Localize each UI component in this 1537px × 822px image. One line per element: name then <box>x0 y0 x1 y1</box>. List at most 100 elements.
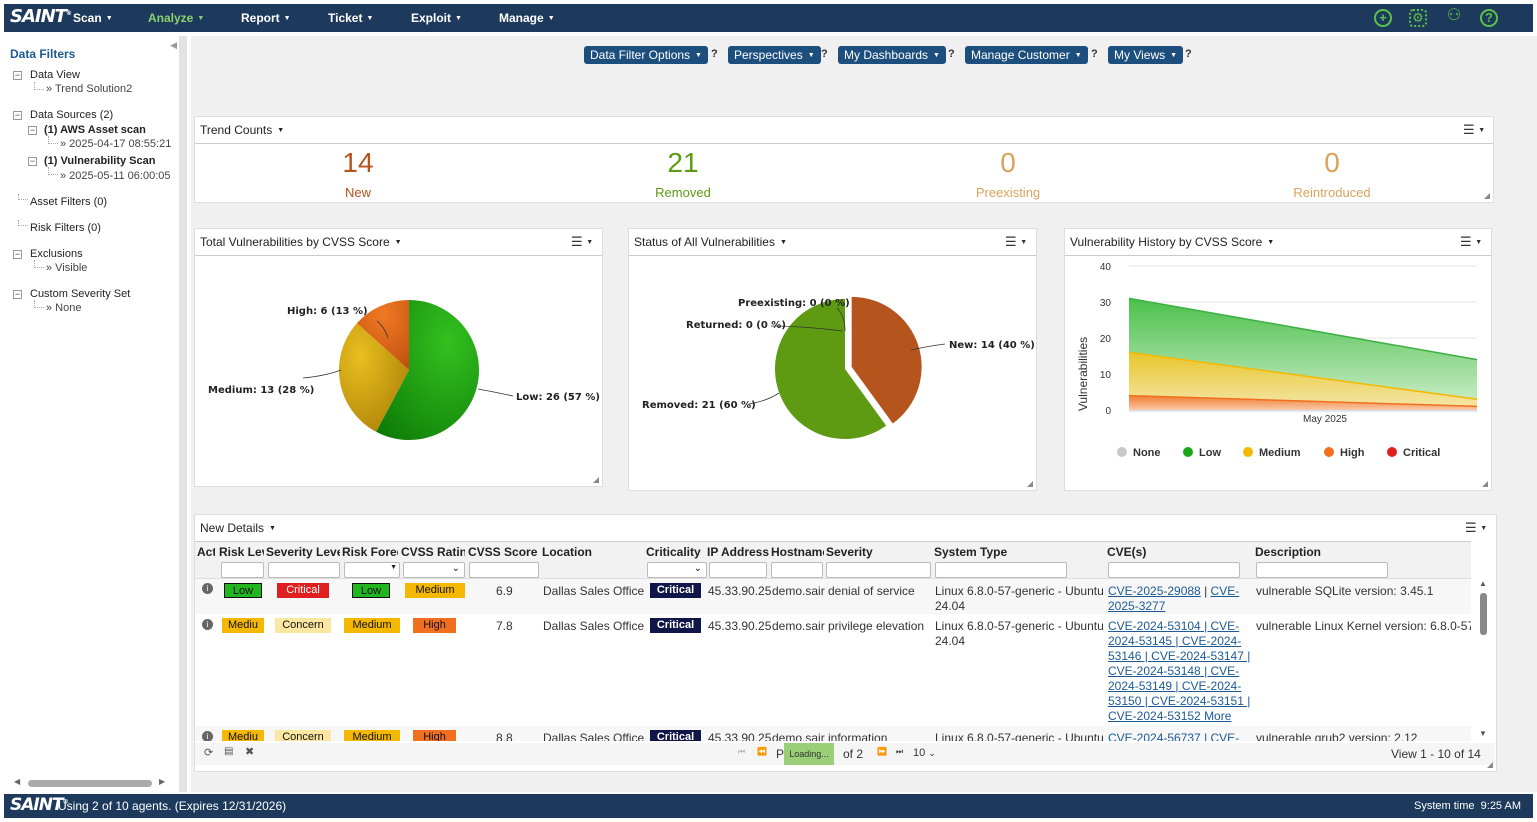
collapse-toggle-icon[interactable]: − <box>13 290 22 299</box>
asset-filters-label[interactable]: Asset Filters (0) <box>30 196 107 208</box>
resize-handle[interactable] <box>1027 481 1033 487</box>
resize-handle[interactable] <box>1487 762 1493 768</box>
ip-address-filter[interactable] <box>709 562 767 578</box>
refresh-icon[interactable]: ⟳ <box>204 746 213 759</box>
col-header-cvss-score[interactable]: CVSS Score ▲ <box>468 545 538 559</box>
panel-menu-icon[interactable]: ☰ ▼ <box>1005 234 1027 250</box>
my-dashboards-button[interactable]: My Dashboards ▼ <box>838 46 946 64</box>
cve-link-line[interactable]: CVE-2024-53152 More <box>1108 709 1250 724</box>
custom-severity-label[interactable]: Custom Severity Set <box>30 288 130 300</box>
cve-link-line[interactable]: CVE-2024-53148 | CVE- <box>1108 664 1250 679</box>
cve-link-line[interactable]: 2024-53149 | CVE-2024- <box>1108 679 1250 694</box>
legend-critical[interactable]: Critical <box>1403 447 1440 459</box>
col-header-cves[interactable]: CVE(s) <box>1107 545 1237 559</box>
severity-filter[interactable] <box>826 562 931 578</box>
vertical-scrollbar[interactable]: ▲ ▼ <box>1479 579 1489 741</box>
help-icon[interactable]: ? <box>821 48 828 60</box>
data-source-aws-date[interactable]: » 2025-04-17 08:55:21 <box>60 138 171 150</box>
col-header-criticality[interactable]: Criticality <box>646 545 704 559</box>
panel-menu-icon[interactable]: ☰ ▼ <box>1465 520 1487 536</box>
legend-medium-dot[interactable] <box>1243 447 1253 457</box>
collapse-toggle-icon[interactable]: − <box>13 71 22 80</box>
col-header-ip-address[interactable]: IP Address <box>707 545 769 559</box>
col-header-risk-forecast[interactable]: Risk Forec <box>342 545 398 559</box>
scroll-up-icon[interactable]: ▲ <box>1479 579 1487 588</box>
nav-report[interactable]: Report ▼ <box>241 11 291 25</box>
col-header-system-type[interactable]: System Type <box>934 545 1094 559</box>
col-header-severity[interactable]: Severity <box>826 545 926 559</box>
severity-level-filter[interactable] <box>268 562 340 578</box>
next-page-icon[interactable]: ⏩ <box>877 747 887 756</box>
collapse-toggle-icon[interactable]: − <box>13 250 22 259</box>
description-filter[interactable] <box>1256 562 1388 578</box>
legend-high[interactable]: High <box>1340 447 1365 459</box>
clear-filter-icon[interactable]: ✖ <box>245 745 254 758</box>
cve-link-line[interactable]: 53146 | CVE-2024-53147 | <box>1108 649 1250 664</box>
col-header-cvss-rating[interactable]: CVSS Rating <box>401 545 465 559</box>
col-header-location[interactable]: Location <box>542 545 642 559</box>
saint-logo[interactable]: SAINT® <box>10 6 72 27</box>
nav-scan[interactable]: Scan ▼ <box>73 11 113 25</box>
nav-exploit[interactable]: Exploit ▼ <box>411 11 462 25</box>
col-header-act[interactable]: Act <box>197 545 215 559</box>
cve-link-line[interactable]: 53150 | CVE-2024-53151 | <box>1108 694 1250 709</box>
panel-menu-icon[interactable]: ☰ ▼ <box>1463 122 1485 138</box>
panel-menu-icon[interactable]: ☰ ▼ <box>1460 234 1482 250</box>
col-header-description[interactable]: Description <box>1255 545 1455 559</box>
new-details-title[interactable]: New Details ▼ <box>200 521 276 535</box>
user-icon[interactable]: ⚇ <box>1445 8 1463 27</box>
last-page-icon[interactable]: ⏭ <box>896 747 903 757</box>
risk-filters-label[interactable]: Risk Filters (0) <box>30 222 101 234</box>
hostname-filter[interactable] <box>771 562 823 578</box>
rows-per-page-select[interactable]: 10 ⌄ <box>913 745 949 762</box>
columns-icon[interactable]: ▤ <box>224 746 233 757</box>
data-view-value[interactable]: » Trend Solution2 <box>46 83 132 95</box>
help-icon[interactable]: ? <box>711 48 718 60</box>
cvss-rating-filter[interactable]: ⌄ <box>403 562 465 578</box>
resize-handle[interactable] <box>1484 193 1490 199</box>
cvss-score-filter[interactable] <box>469 562 539 578</box>
cvss-pie-title[interactable]: Total Vulnerabilities by CVSS Score ▼ <box>200 235 402 249</box>
manage-customer-button[interactable]: Manage Customer ▼ <box>965 46 1088 64</box>
help-icon[interactable]: ? <box>948 48 955 60</box>
plus-circle-icon[interactable]: + <box>1374 9 1392 27</box>
gear-icon[interactable]: ⚙ <box>1409 9 1427 27</box>
criticality-filter[interactable]: ⌄ <box>647 562 707 578</box>
legend-low-dot[interactable] <box>1183 447 1193 457</box>
legend-high-dot[interactable] <box>1324 447 1334 457</box>
collapse-toggle-icon[interactable]: − <box>28 126 37 135</box>
info-icon[interactable]: i <box>202 731 213 741</box>
collapse-toggle-icon[interactable]: − <box>28 157 37 166</box>
cve-link[interactable]: CVE-2024-56737 | CVE- <box>1108 731 1239 741</box>
legend-low[interactable]: Low <box>1199 447 1221 459</box>
collapse-icon[interactable]: ◀ <box>170 40 177 51</box>
legend-none-dot[interactable] <box>1117 447 1127 457</box>
legend-critical-dot[interactable] <box>1387 447 1397 457</box>
legend-medium[interactable]: Medium <box>1259 447 1301 459</box>
cve-link[interactable]: CVE-2025-29088 <box>1108 584 1201 598</box>
col-header-risk-level[interactable]: Risk Lev <box>219 545 264 559</box>
status-pie-title[interactable]: Status of All Vulnerabilities ▼ <box>634 235 787 249</box>
data-source-vuln[interactable]: (1) Vulnerability Scan <box>44 155 155 167</box>
system-type-filter[interactable] <box>935 562 1067 578</box>
info-icon[interactable]: i <box>202 583 213 594</box>
col-header-severity-level[interactable]: Severity Level <box>266 545 340 559</box>
trend-counts-title[interactable]: Trend Counts ▼ <box>200 123 284 137</box>
data-source-aws[interactable]: (1) AWS Asset scan <box>44 124 146 136</box>
nav-analyze[interactable]: Analyze ▼ <box>148 11 204 25</box>
data-view-label[interactable]: Data View <box>30 69 80 81</box>
cve-link-line[interactable]: 2024-53145 | CVE-2024- <box>1108 634 1250 649</box>
help-icon[interactable]: ? <box>1091 48 1098 60</box>
cve-links-line2[interactable]: 2025-3277 <box>1108 599 1165 613</box>
panel-menu-icon[interactable]: ☰ ▼ <box>571 234 593 250</box>
risk-level-filter[interactable] <box>221 562 264 578</box>
collapse-toggle-icon[interactable]: − <box>13 111 22 120</box>
data-source-vuln-date[interactable]: » 2025-05-11 06:00:05 <box>60 170 171 182</box>
scrollbar-thumb[interactable] <box>1480 593 1487 635</box>
help-icon[interactable]: ? <box>1480 9 1498 27</box>
scroll-down-icon[interactable]: ▼ <box>1479 729 1487 738</box>
resize-handle[interactable] <box>1482 481 1488 487</box>
help-icon[interactable]: ? <box>1185 48 1192 60</box>
scrollbar-thumb[interactable] <box>28 780 152 787</box>
legend-none[interactable]: None <box>1133 447 1161 459</box>
